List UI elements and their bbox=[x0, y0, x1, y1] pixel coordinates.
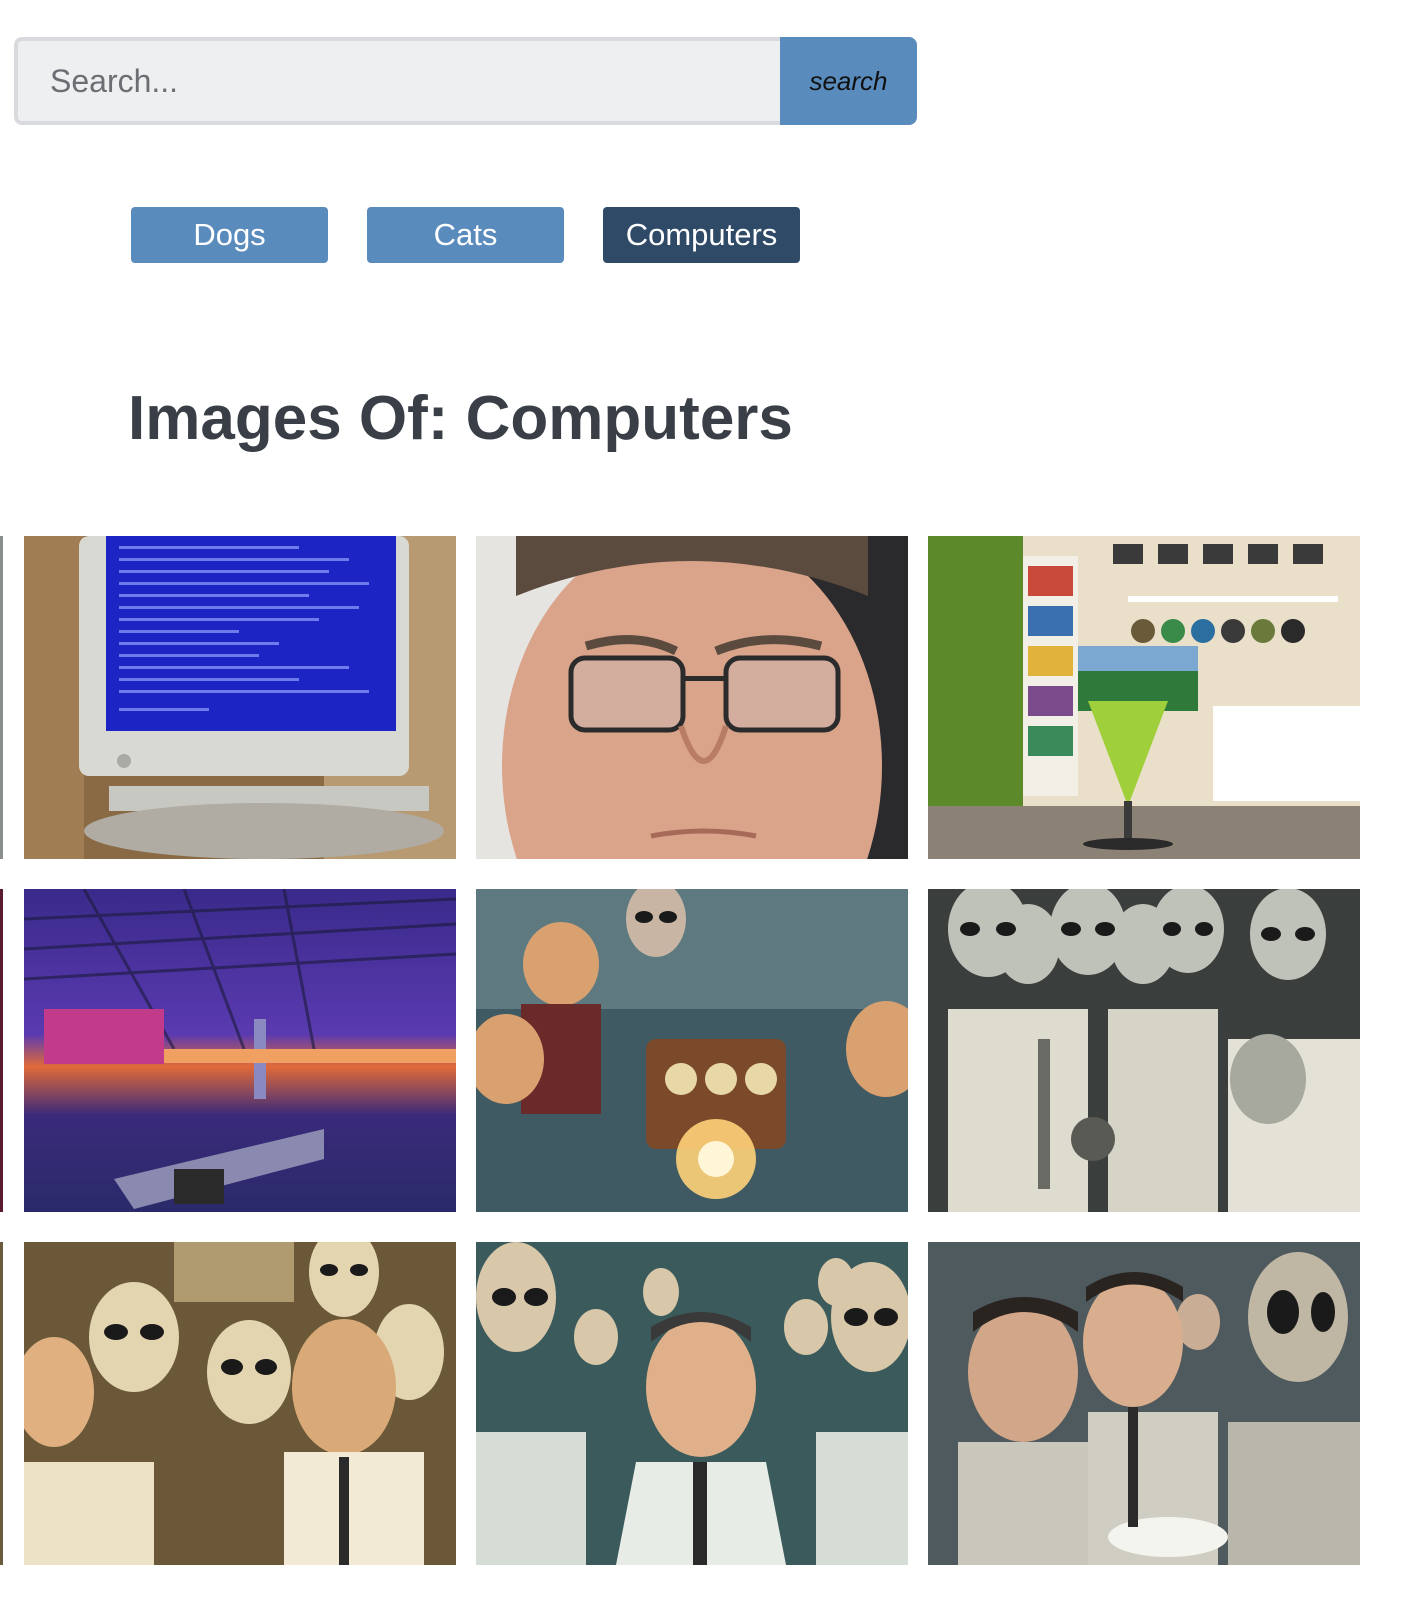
page-title-topic: Computers bbox=[465, 384, 793, 453]
image-man-selfie[interactable] bbox=[476, 536, 908, 859]
image-lan-arena[interactable] bbox=[24, 889, 456, 1212]
search-input[interactable] bbox=[14, 37, 780, 125]
clipped-image-edge bbox=[0, 1242, 3, 1565]
category-button-cats[interactable]: Cats bbox=[367, 207, 564, 263]
clipped-image-edge bbox=[0, 536, 3, 859]
image-alien-machine[interactable] bbox=[476, 889, 908, 1212]
image-alien-teal[interactable] bbox=[476, 1242, 908, 1565]
category-button-computers[interactable]: Computers bbox=[603, 207, 800, 263]
image-aliens-sepia[interactable] bbox=[24, 1242, 456, 1565]
image-scientists-lab[interactable] bbox=[928, 1242, 1360, 1565]
clipped-image-edge bbox=[0, 889, 3, 1212]
category-button-dogs[interactable]: Dogs bbox=[131, 207, 328, 263]
search-button[interactable]: search bbox=[780, 37, 917, 125]
image-grid bbox=[24, 536, 1360, 1565]
category-filters: Dogs Cats Computers bbox=[131, 207, 800, 263]
image-aliens-bw[interactable] bbox=[928, 889, 1360, 1212]
page-title-prefix: Images Of: bbox=[128, 384, 449, 453]
image-crt-monitor[interactable] bbox=[24, 536, 456, 859]
page-title: Images Of: Computers bbox=[128, 383, 793, 454]
image-home-office[interactable] bbox=[928, 536, 1360, 859]
search-bar: search bbox=[14, 37, 917, 125]
